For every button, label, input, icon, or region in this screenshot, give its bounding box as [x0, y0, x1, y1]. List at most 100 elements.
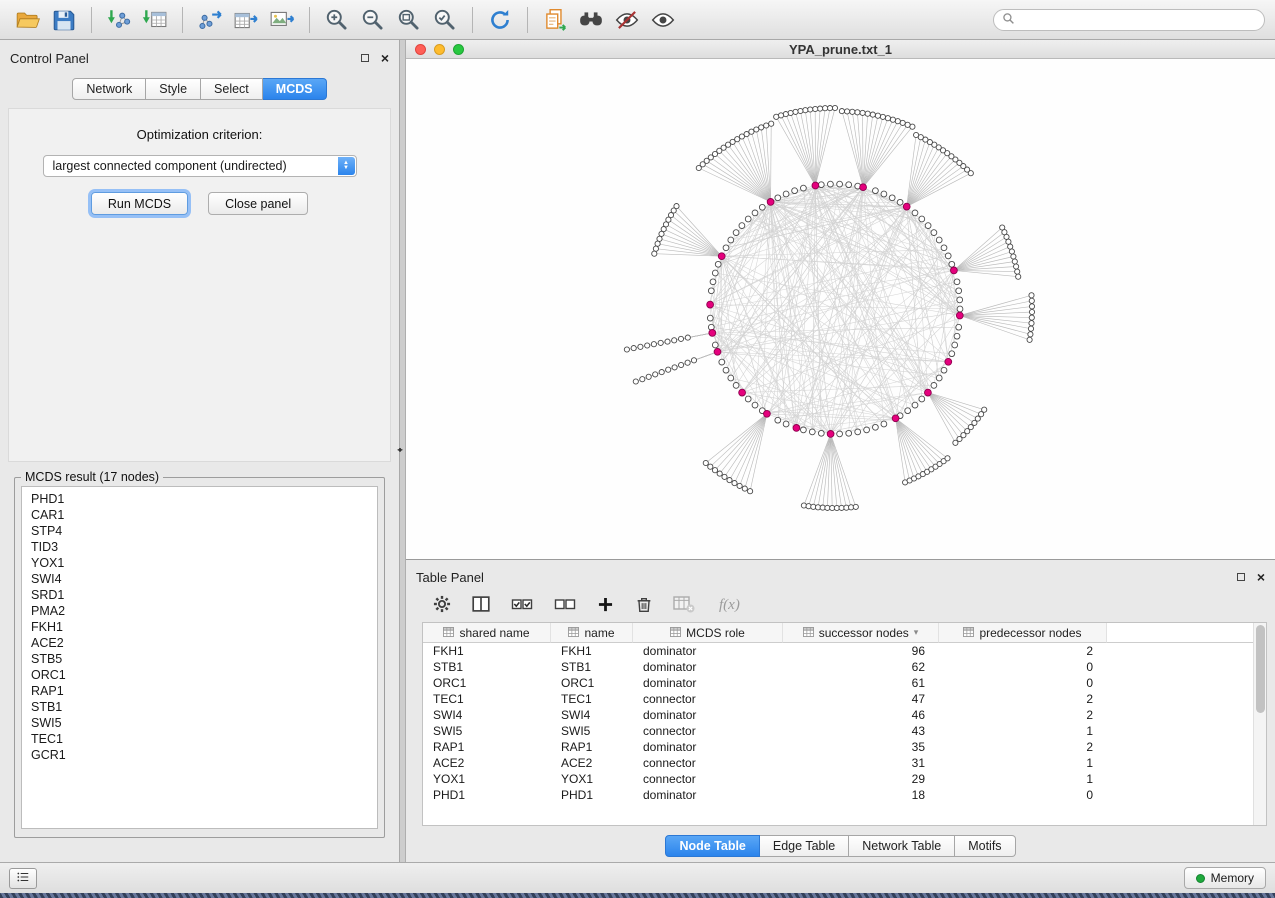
run-mcds-button[interactable]: Run MCDS	[91, 192, 188, 215]
hide-icon[interactable]	[609, 5, 645, 35]
column-attribute-icon	[963, 626, 974, 640]
find-icon[interactable]	[573, 5, 609, 35]
search-box[interactable]	[993, 9, 1265, 31]
close-table-panel-icon[interactable]: ×	[1257, 572, 1265, 582]
table-cell: 62	[783, 660, 939, 674]
zoom-selected-icon[interactable]	[427, 5, 463, 35]
zoom-in-icon[interactable]	[319, 5, 355, 35]
mcds-result-item[interactable]: CAR1	[22, 507, 377, 523]
table-row[interactable]: FKH1FKH1dominator962	[423, 643, 1266, 659]
network-window: YPA_prune.txt_1	[406, 40, 1275, 560]
mcds-result-item[interactable]: GCR1	[22, 747, 377, 763]
mcds-result-item[interactable]: ACE2	[22, 635, 377, 651]
column-header-successor-nodes[interactable]: successor nodes▾	[783, 623, 939, 643]
main-toolbar	[0, 0, 1275, 40]
mcds-result-item[interactable]: ORC1	[22, 667, 377, 683]
column-header-shared-name[interactable]: shared name	[423, 623, 551, 643]
save-icon[interactable]	[46, 5, 82, 35]
mcds-result-list[interactable]: PHD1CAR1STP4TID3YOX1SWI4SRD1PMA2FKH1ACE2…	[21, 486, 378, 829]
mcds-result-item[interactable]: TEC1	[22, 731, 377, 747]
tab-mcds[interactable]: MCDS	[263, 78, 327, 100]
zoom-out-icon[interactable]	[355, 5, 391, 35]
mcds-result-item[interactable]: SRD1	[22, 587, 377, 603]
zoom-fit-icon[interactable]	[391, 5, 427, 35]
splitter-collapse-icon[interactable]: ◂▸	[397, 445, 401, 454]
table-cell: ACE2	[551, 756, 633, 770]
mcds-result-item[interactable]: TID3	[22, 539, 377, 555]
table-scrollbar-thumb[interactable]	[1256, 625, 1265, 713]
column-header-label: MCDS role	[686, 626, 745, 640]
float-table-panel-icon[interactable]	[1237, 573, 1245, 581]
mcds-result-item[interactable]: STB5	[22, 651, 377, 667]
clone-document-icon[interactable]	[537, 5, 573, 35]
table-row[interactable]: SWI4SWI4dominator462	[423, 707, 1266, 723]
table-cell: 35	[783, 740, 939, 754]
criterion-dropdown[interactable]: largest connected component (undirected)…	[43, 155, 357, 177]
mcds-result-item[interactable]: PMA2	[22, 603, 377, 619]
column-header-filler	[1107, 623, 1266, 643]
open-file-icon[interactable]	[10, 5, 46, 35]
table-row[interactable]: RAP1RAP1dominator352	[423, 739, 1266, 755]
table-cell: connector	[633, 724, 783, 738]
window-minimize-button[interactable]	[434, 44, 445, 55]
mcds-result-item[interactable]: SWI4	[22, 571, 377, 587]
table-row[interactable]: ORC1ORC1dominator610	[423, 675, 1266, 691]
table-cell: YOX1	[423, 772, 551, 786]
table-cell: 0	[939, 676, 1107, 690]
mcds-result-item[interactable]: STB1	[22, 699, 377, 715]
window-zoom-button[interactable]	[453, 44, 464, 55]
memory-button[interactable]: Memory	[1184, 867, 1266, 889]
table-row[interactable]: SWI5SWI5connector431	[423, 723, 1266, 739]
add-row-icon[interactable]	[594, 593, 617, 616]
column-header-predecessor-nodes[interactable]: predecessor nodes	[939, 623, 1107, 643]
column-header-MCDS-role[interactable]: MCDS role	[633, 623, 783, 643]
toolbar-divider	[527, 7, 528, 33]
import-network-icon[interactable]	[101, 5, 137, 35]
import-table-icon[interactable]	[137, 5, 173, 35]
status-list-button[interactable]	[9, 868, 37, 889]
refresh-icon[interactable]	[482, 5, 518, 35]
delete-row-icon[interactable]	[632, 592, 656, 616]
table-row[interactable]: TEC1TEC1connector472	[423, 691, 1266, 707]
table-cell: SWI5	[423, 724, 551, 738]
dropdown-stepper-icon: ▲▼	[338, 157, 355, 175]
export-image-icon[interactable]	[264, 5, 300, 35]
close-panel-icon[interactable]: ×	[381, 53, 389, 63]
table-cell: 1	[939, 724, 1107, 738]
tab-node-table[interactable]: Node Table	[665, 835, 759, 857]
tab-motifs[interactable]: Motifs	[955, 835, 1015, 857]
svg-text:f(x): f(x)	[719, 597, 740, 613]
mcds-result-item[interactable]: FKH1	[22, 619, 377, 635]
select-all-icon[interactable]	[508, 591, 536, 617]
network-canvas[interactable]	[406, 59, 1275, 559]
table-scrollbar[interactable]	[1253, 623, 1266, 825]
table-cell: dominator	[633, 740, 783, 754]
table-row[interactable]: PHD1PHD1dominator180	[423, 787, 1266, 803]
export-network-icon[interactable]	[192, 5, 228, 35]
search-input[interactable]	[1020, 13, 1256, 27]
settings-gear-icon[interactable]	[430, 592, 454, 616]
tab-select[interactable]: Select	[201, 78, 263, 100]
mcds-result-item[interactable]: SWI5	[22, 715, 377, 731]
float-panel-icon[interactable]	[361, 54, 369, 62]
tab-edge-table[interactable]: Edge Table	[760, 835, 849, 857]
column-header-name[interactable]: name	[551, 623, 633, 643]
deselect-all-icon[interactable]	[551, 591, 579, 617]
close-mcds-panel-button[interactable]: Close panel	[208, 192, 308, 215]
table-cell: 2	[939, 740, 1107, 754]
export-table-icon[interactable]	[228, 5, 264, 35]
mcds-result-item[interactable]: PHD1	[22, 491, 377, 507]
tab-network-table[interactable]: Network Table	[849, 835, 955, 857]
table-row[interactable]: ACE2ACE2connector311	[423, 755, 1266, 771]
tab-network[interactable]: Network	[72, 78, 146, 100]
mcds-result-box: MCDS result (17 nodes) PHD1CAR1STP4TID3Y…	[14, 470, 385, 838]
show-icon[interactable]	[645, 5, 681, 35]
window-close-button[interactable]	[415, 44, 426, 55]
show-columns-icon[interactable]	[469, 592, 493, 616]
mcds-result-item[interactable]: STP4	[22, 523, 377, 539]
table-row[interactable]: STB1STB1dominator620	[423, 659, 1266, 675]
tab-style[interactable]: Style	[146, 78, 201, 100]
table-row[interactable]: YOX1YOX1connector291	[423, 771, 1266, 787]
mcds-result-item[interactable]: YOX1	[22, 555, 377, 571]
mcds-result-item[interactable]: RAP1	[22, 683, 377, 699]
